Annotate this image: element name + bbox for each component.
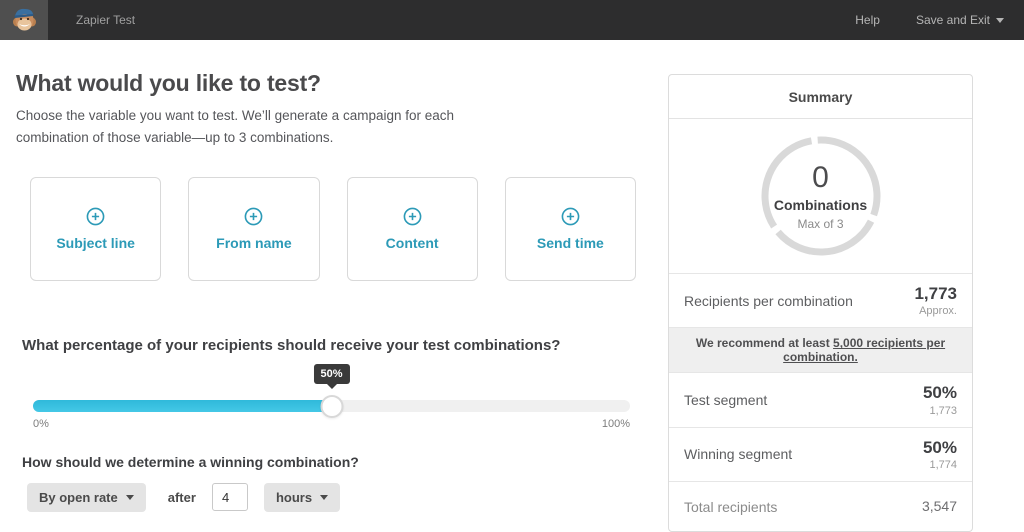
save-and-exit-label: Save and Exit <box>915 13 990 27</box>
add-circle-icon <box>86 207 105 225</box>
combinations-count: 0 <box>812 161 829 194</box>
test-segment-row: Test segment 50% 1,773 <box>669 372 972 426</box>
duration-input[interactable] <box>211 483 248 512</box>
row-value-block: 1,773 Approx. <box>914 284 957 317</box>
slider-value-tooltip: 50% <box>313 363 350 384</box>
row-value: 50% <box>922 383 957 403</box>
row-label: Winning segment <box>684 446 793 463</box>
top-bar: Zapier Test Help Save and Exit <box>0 0 1024 40</box>
slider-scale-labels: 0% 100% <box>33 418 630 430</box>
add-circle-icon <box>403 207 422 225</box>
metric-dropdown-value: By open rate <box>39 489 118 505</box>
combinations-label: Combinations <box>773 197 868 213</box>
campaign-title: Zapier Test <box>76 13 136 27</box>
card-label: Content <box>385 234 439 251</box>
chevron-down-icon <box>320 494 329 500</box>
winning-combination-section: How should we determine a winning combin… <box>22 454 636 512</box>
page-title: What would you like to test? <box>16 70 321 96</box>
row-label: Recipients per combination <box>684 292 853 309</box>
row-value: 3,547 <box>921 498 957 515</box>
row-label: Test segment <box>684 392 768 409</box>
card-label: Subject line <box>56 234 135 251</box>
slider-fill <box>33 399 332 412</box>
combinations-donut: 0 Combinations Max of 3 <box>669 119 972 273</box>
test-percentage-question: What percentage of your recipients shoul… <box>22 336 561 354</box>
metric-dropdown[interactable]: By open rate <box>27 482 146 512</box>
card-content[interactable]: Content <box>346 176 478 281</box>
save-and-exit-button[interactable]: Save and Exit <box>916 13 1004 27</box>
winning-segment-row: Winning segment 50% 1,774 <box>669 426 972 481</box>
card-subject-line[interactable]: Subject line <box>30 176 162 281</box>
slider-max-label: 100% <box>601 417 630 430</box>
donut-center-text: 0 Combinations Max of 3 <box>774 161 867 231</box>
recommendation-prefix: We recommend at least <box>695 336 834 351</box>
winner-controls: By open rate after hours <box>27 482 636 512</box>
percentage-slider: 50% 0% 100% <box>33 363 630 430</box>
add-circle-icon <box>561 207 580 225</box>
ab-test-setup-page: Zapier Test Help Save and Exit What woul… <box>0 0 1024 532</box>
recipients-per-combination-row: Recipients per combination 1,773 Approx. <box>669 273 972 327</box>
total-recipients-row: Total recipients 3,547 <box>669 481 972 531</box>
winning-combination-question: How should we determine a winning combin… <box>22 453 359 470</box>
variable-cards: Subject line From name Content Send time <box>30 176 636 281</box>
help-link[interactable]: Help <box>855 13 880 27</box>
row-value: 1,773 <box>914 284 957 303</box>
summary-panel: Summary 0 Combinations Max of 3 Recipien… <box>668 74 973 532</box>
row-value: 50% <box>922 437 957 457</box>
slider-handle[interactable] <box>320 394 343 418</box>
slider-min-label: 0% <box>33 417 49 430</box>
mailchimp-logo[interactable] <box>0 0 48 40</box>
chevron-down-icon <box>996 17 1004 23</box>
row-subvalue: Approx. <box>919 305 957 318</box>
card-send-time[interactable]: Send time <box>504 176 636 281</box>
recommendation-note: We recommend at least 5,000 recipients p… <box>669 327 972 373</box>
row-value-block: 50% 1,773 <box>923 383 957 416</box>
add-circle-icon <box>244 207 263 225</box>
after-label: after <box>167 489 196 505</box>
main-content: What would you like to test? Choose the … <box>16 70 636 512</box>
row-label: Total recipients <box>684 498 778 515</box>
row-value-block: 50% 1,774 <box>923 438 957 471</box>
chevron-down-icon <box>125 494 134 500</box>
row-subvalue: 1,773 <box>929 404 957 417</box>
card-label: From name <box>216 234 292 251</box>
page-description: Choose the variable you want to test. We… <box>16 108 455 146</box>
combinations-max: Max of 3 <box>797 217 844 231</box>
test-percentage-section: What percentage of your recipients shoul… <box>22 336 636 430</box>
card-label: Send time <box>536 234 604 251</box>
unit-dropdown-value: hours <box>275 489 313 505</box>
row-value-block: 3,547 <box>922 498 957 515</box>
unit-dropdown[interactable]: hours <box>263 482 341 512</box>
row-subvalue: 1,774 <box>929 459 957 472</box>
summary-title: Summary <box>669 75 972 119</box>
freddie-mascot-icon <box>13 8 36 31</box>
card-from-name[interactable]: From name <box>188 176 320 281</box>
